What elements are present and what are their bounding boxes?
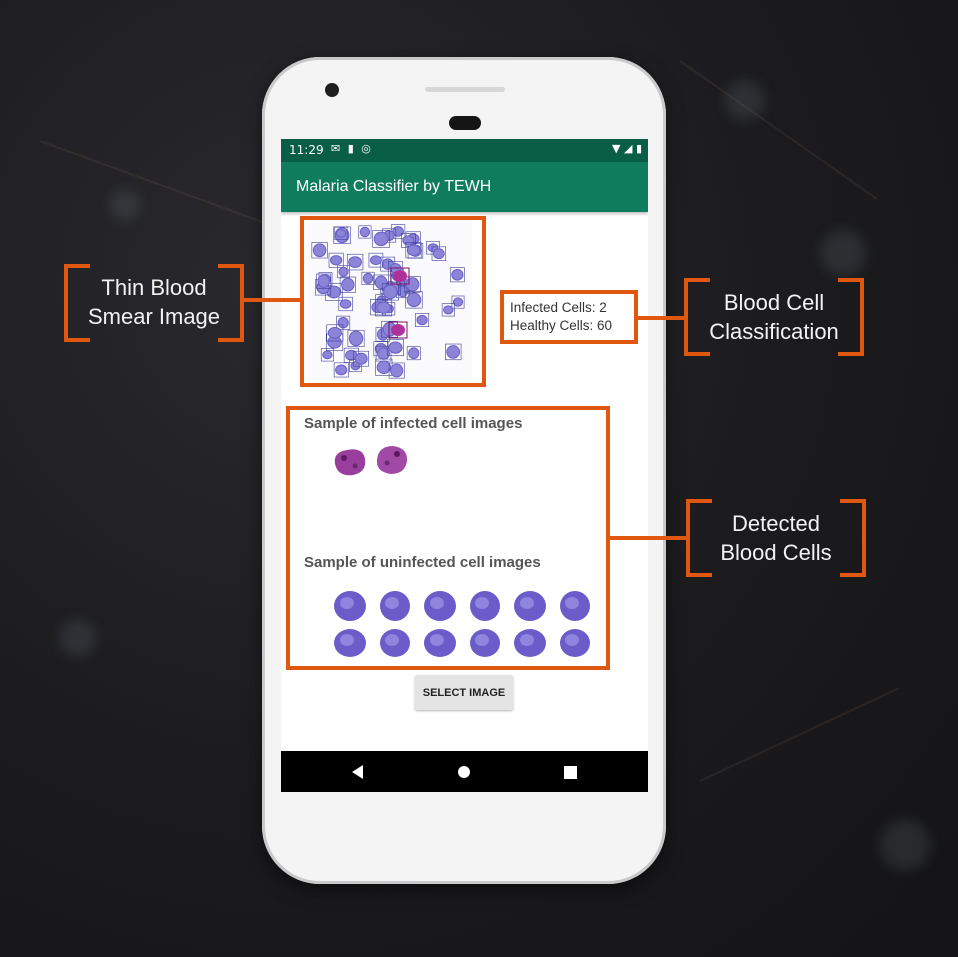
callout-line: Smear Image (87, 304, 221, 329)
recents-icon[interactable] (559, 761, 581, 783)
select-image-button[interactable]: SELECT IMAGE (415, 675, 513, 710)
app-title: Malaria Classifier by TEWH (296, 178, 492, 195)
app-bar: Malaria Classifier by TEWH (281, 162, 648, 212)
sd-card-icon: ▮ (347, 142, 356, 155)
callout-line: Classification (709, 319, 839, 344)
status-bar: 11:29 ✉ ▮ ◎ ▼ ◢ ▮ (281, 139, 648, 162)
classification-connector-line (636, 316, 688, 320)
detected-cells-highlight-frame (286, 406, 610, 670)
background-glow (820, 230, 866, 276)
signal-icon: ◢ (623, 142, 633, 155)
background-glow (60, 620, 96, 656)
background-line (679, 60, 878, 200)
smear-callout-label: Thin Blood Smear Image (74, 273, 234, 331)
proximity-sensor (449, 116, 481, 130)
background-glow (725, 80, 765, 120)
battery-icon: ▮ (635, 142, 642, 155)
background-line (39, 140, 285, 231)
background-glow (110, 190, 140, 220)
home-icon[interactable] (453, 761, 475, 783)
system-icons: ▼ ◢ ▮ (612, 142, 642, 155)
classification-callout-label: Blood Cell Classification (694, 288, 854, 346)
callout-line: Blood Cell (723, 290, 825, 315)
status-time: 11:29 (289, 143, 324, 157)
wifi-icon: ▼ (612, 142, 621, 155)
smear-highlight-frame (300, 216, 486, 387)
callout-line: Blood Cells (720, 540, 832, 565)
notification-icons: ✉ ▮ ◎ (331, 142, 373, 155)
callout-line: Detected (731, 511, 821, 536)
smear-connector-line (242, 298, 302, 302)
callout-line: Thin Blood (101, 275, 207, 300)
navigation-bar (281, 751, 648, 792)
background-glow (880, 820, 930, 870)
classification-highlight-frame (500, 290, 638, 344)
speaker-grille (425, 87, 505, 92)
detected-connector-line (608, 536, 688, 540)
mail-icon: ✉ (331, 142, 343, 155)
back-icon[interactable] (347, 761, 369, 783)
sync-icon: ◎ (361, 142, 373, 155)
front-camera (325, 83, 339, 97)
background-line (699, 687, 900, 782)
detected-callout-label: Detected Blood Cells (696, 509, 856, 567)
